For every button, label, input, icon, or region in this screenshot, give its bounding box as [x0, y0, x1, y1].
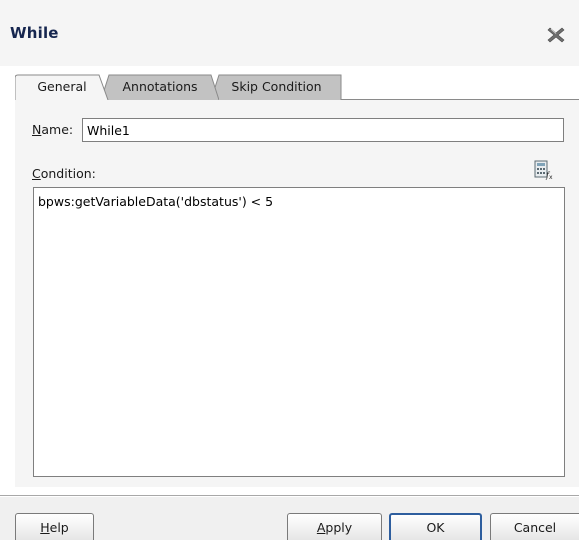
- dialog-title: While: [10, 24, 59, 42]
- tab-strip: General Annotations Skip Condition: [15, 74, 345, 100]
- cancel-button[interactable]: Cancel: [490, 513, 579, 540]
- condition-label-mnemonic: C: [32, 166, 41, 181]
- tab-general-label: General: [37, 79, 87, 94]
- dialog-header: While: [0, 0, 579, 66]
- tab-general[interactable]: General: [15, 74, 109, 100]
- help-button-rest: elp: [49, 519, 69, 535]
- name-label-rest: ame:: [41, 122, 74, 137]
- help-button-mnemonic: H: [40, 519, 50, 535]
- tab-annotations[interactable]: Annotations: [101, 74, 219, 100]
- name-label: Name:: [32, 122, 73, 137]
- condition-textarea[interactable]: bpws:getVariableData('dbstatus') < 5: [33, 187, 565, 477]
- name-input[interactable]: [82, 118, 564, 142]
- apply-button-rest: pply: [325, 519, 353, 535]
- help-button[interactable]: Help: [15, 513, 94, 540]
- svg-text:x: x: [549, 174, 553, 180]
- apply-button[interactable]: Apply: [287, 513, 382, 540]
- tab-skip-condition-label: Skip Condition: [231, 79, 322, 94]
- condition-label: Condition:: [32, 166, 96, 181]
- close-icon[interactable]: [545, 24, 567, 46]
- expression-builder-icon[interactable]: f x: [533, 160, 555, 181]
- name-label-mnemonic: N: [32, 122, 42, 137]
- condition-label-rest: ondition:: [40, 166, 96, 181]
- tab-skip-condition[interactable]: Skip Condition: [211, 74, 342, 100]
- while-dialog: While General Annotations Skip Condition…: [0, 0, 579, 540]
- tab-annotations-label: Annotations: [122, 79, 198, 94]
- ok-button[interactable]: OK: [389, 513, 482, 540]
